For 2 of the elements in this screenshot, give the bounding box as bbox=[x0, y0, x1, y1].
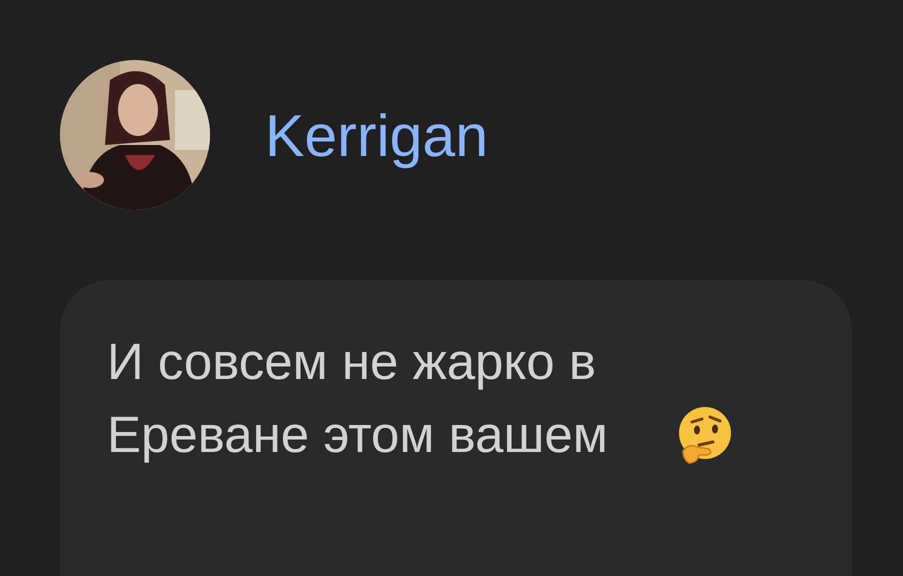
author-name: Kerrigan bbox=[265, 102, 488, 170]
message-text: И совсем не жарко в Ереване этом вашем bbox=[107, 332, 609, 465]
